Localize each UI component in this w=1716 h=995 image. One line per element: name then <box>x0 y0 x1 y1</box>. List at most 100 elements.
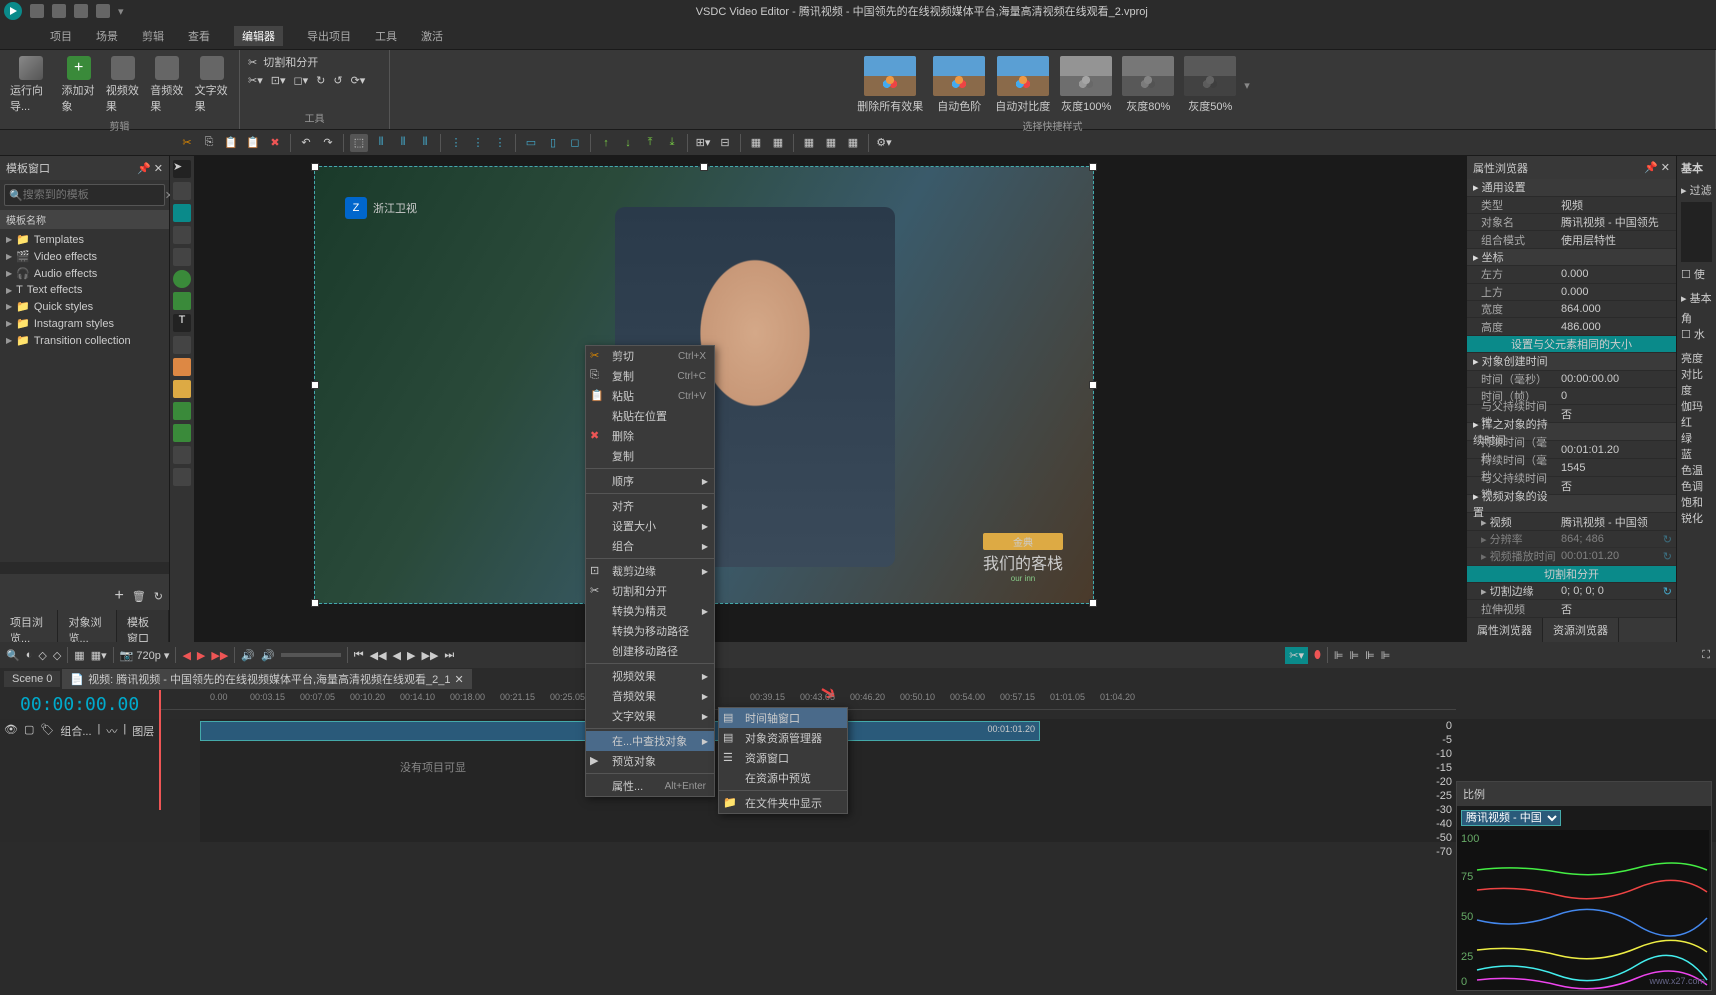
search-input[interactable] <box>23 189 165 201</box>
tl-al-icon[interactable]: ⊫ <box>1350 649 1360 662</box>
track-vis-icon[interactable]: 👁 <box>4 723 18 736</box>
tb-dist2-icon[interactable]: ⋮ <box>469 134 487 152</box>
ctx-sprite[interactable]: 转换为精灵▶ <box>586 601 714 621</box>
tl-marker-icon[interactable]: ⬮ <box>1314 649 1321 662</box>
tl-icon[interactable]: ◇ <box>53 649 61 662</box>
ctx-paste-at[interactable]: 粘贴在位置 <box>586 406 714 426</box>
tb-align1-icon[interactable]: ⫴ <box>372 134 390 152</box>
qa-icon-1[interactable] <box>30 4 44 18</box>
audio-tool-icon[interactable] <box>173 402 191 420</box>
tooltip-tool-icon[interactable] <box>173 336 191 354</box>
scope-source-select[interactable]: 腾讯视频 - 中国 <box>1461 810 1561 826</box>
sub-object-resource[interactable]: ▤对象资源管理器 <box>719 728 847 748</box>
tl-start-icon[interactable]: ⏮ <box>354 649 364 662</box>
add-object-button[interactable]: +添加对象 <box>60 54 98 116</box>
ctx-create-move[interactable]: 创建移动路径 <box>586 641 714 661</box>
tb-a1-icon[interactable]: ▦ <box>747 134 765 152</box>
ctx-group[interactable]: 组合▶ <box>586 536 714 556</box>
resolution-select[interactable]: 📷 720p ▾ <box>120 649 170 662</box>
tb-undo-icon[interactable]: ↶ <box>297 134 315 152</box>
menu-project[interactable]: 项目 <box>50 28 72 44</box>
style-more-icon[interactable]: ▾ <box>1244 79 1250 92</box>
tool-icon-3[interactable]: ◻▾ <box>294 74 309 87</box>
menu-view[interactable]: 查看 <box>188 28 210 44</box>
set-parent-size-button[interactable]: 设置与父元素相同的大小 <box>1467 336 1676 353</box>
tl-fwd-icon[interactable]: ▶▶ <box>421 649 438 662</box>
tl-vol-icon[interactable]: 🔊 <box>241 649 255 662</box>
sub-resource-window[interactable]: ☰资源窗口 <box>719 748 847 768</box>
menu-tools[interactable]: 工具 <box>375 28 397 44</box>
line-tool-icon[interactable] <box>173 226 191 244</box>
pen-tool-icon[interactable] <box>173 248 191 266</box>
tb-a2-icon[interactable]: ▦ <box>769 134 787 152</box>
tb-size2-icon[interactable]: ▯ <box>544 134 562 152</box>
menu-edit[interactable]: 剪辑 <box>142 28 164 44</box>
track-tag-icon[interactable]: 🏷 <box>40 723 54 736</box>
ctx-video-fx[interactable]: 视频效果▶ <box>586 666 714 686</box>
menu-editor[interactable]: 编辑器 <box>234 26 283 46</box>
ctx-order[interactable]: 顺序▶ <box>586 471 714 491</box>
tl-al-icon[interactable]: ⊫ <box>1365 649 1375 662</box>
ctx-preview[interactable]: ▶预览对象 <box>586 751 714 771</box>
tl-prev-icon[interactable]: ◀ <box>182 649 190 662</box>
tb-cut-icon[interactable]: ✂ <box>178 134 196 152</box>
playhead[interactable] <box>159 690 161 810</box>
tb-ungroup-icon[interactable]: ⊟ <box>716 134 734 152</box>
cut-split-prop-button[interactable]: 切割和分开 <box>1467 566 1676 583</box>
tl-end-icon[interactable]: ⏭ <box>444 649 454 662</box>
sub-show-in-folder[interactable]: 📁在文件夹中显示 <box>719 793 847 813</box>
qa-icon-3[interactable] <box>74 4 88 18</box>
style-gray50[interactable]: 灰度50% <box>1182 54 1238 116</box>
ctx-duplicate[interactable]: 复制 <box>586 446 714 466</box>
delete-template-icon[interactable]: 🗑 <box>132 590 146 603</box>
add-template-icon[interactable]: + <box>114 587 123 605</box>
rect-tool-icon[interactable] <box>173 182 191 200</box>
menu-activate[interactable]: 激活 <box>421 28 443 44</box>
tb-order4-icon[interactable]: ⤓ <box>663 134 681 152</box>
counter-tool-icon[interactable] <box>173 468 191 486</box>
tl-split-icon[interactable]: ✂▾ <box>1285 647 1308 664</box>
pin-icon[interactable]: 📌 <box>1644 162 1658 174</box>
scrollbar-h[interactable] <box>0 562 169 574</box>
tb-select-icon[interactable]: ⬚ <box>350 134 368 152</box>
tb-a5-icon[interactable]: ▦ <box>844 134 862 152</box>
tool-icon-2[interactable]: ⊡▾ <box>271 74 286 87</box>
shape-tool-icon[interactable] <box>173 292 191 310</box>
ctx-copy[interactable]: ⎘复制Ctrl+C <box>586 366 714 386</box>
track-lock-icon[interactable]: ▢ <box>24 723 34 736</box>
ctx-size[interactable]: 设置大小▶ <box>586 516 714 536</box>
close-tab-icon[interactable]: ✕ <box>455 673 464 686</box>
ctx-cut[interactable]: ✂剪切Ctrl+X <box>586 346 714 366</box>
tb-paste2-icon[interactable]: 📋 <box>244 134 262 152</box>
tab-properties[interactable]: 属性浏览器 <box>1467 618 1543 642</box>
tl-al-icon[interactable]: ⊫ <box>1381 649 1391 662</box>
track-group[interactable]: 组合... <box>60 723 91 739</box>
tb-group-icon[interactable]: ⊞▾ <box>694 134 712 152</box>
close-panel-icon[interactable]: ✕ <box>154 163 163 175</box>
tool-icon-1[interactable]: ✂▾ <box>248 74 263 87</box>
tl-sfwd-icon[interactable]: ▶ <box>407 649 415 662</box>
audio-fx-button[interactable]: 音频效果 <box>148 54 186 116</box>
person-tool-icon[interactable] <box>173 380 191 398</box>
tl-al-icon[interactable]: ⊫ <box>1334 649 1344 662</box>
template-search[interactable]: 🔍 ✕ <box>4 184 165 206</box>
sub-timeline-window[interactable]: ▤时间轴窗口 <box>719 708 847 728</box>
tb-align2-icon[interactable]: ⫴ <box>394 134 412 152</box>
tl-icon[interactable]: ◐ <box>26 649 33 661</box>
tab-resources[interactable]: 资源浏览器 <box>1543 618 1619 642</box>
track-layer[interactable]: 图层 <box>132 723 154 739</box>
text-fx-button[interactable]: 文字效果 <box>193 54 231 116</box>
tb-redo-icon[interactable]: ↷ <box>319 134 337 152</box>
tl-icon[interactable]: ▦ <box>74 649 84 662</box>
text-tool-icon[interactable] <box>173 204 191 222</box>
style-auto-levels[interactable]: 自动色阶 <box>931 54 987 116</box>
preview-canvas[interactable]: Z 浙江卫视 金典 我们的客栈 our inn <box>194 156 1466 642</box>
video-fx-button[interactable]: 视频效果 <box>104 54 142 116</box>
tool-icon-4[interactable]: ↻ <box>316 74 325 87</box>
image-tool-icon[interactable] <box>173 424 191 442</box>
tb-a3-icon[interactable]: ▦ <box>800 134 818 152</box>
ctx-crop[interactable]: ⊡裁剪边缘▶ <box>586 561 714 581</box>
tb-size1-icon[interactable]: ▭ <box>522 134 540 152</box>
qa-icon-4[interactable] <box>96 4 110 18</box>
tb-delete-icon[interactable]: ✖ <box>266 134 284 152</box>
